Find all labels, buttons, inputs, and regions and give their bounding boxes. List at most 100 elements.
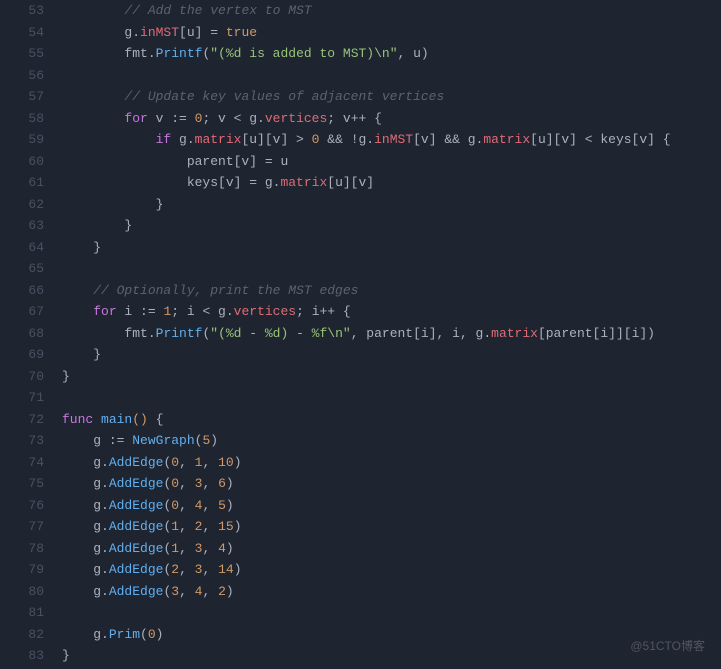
code-line[interactable]: 68 fmt.Printf("(%d - %d) - %f\n", parent… xyxy=(0,323,721,345)
token-number: 0 xyxy=(171,498,179,513)
code-line[interactable]: 75 g.AddEdge(0, 3, 6) xyxy=(0,473,721,495)
token-number: 14 xyxy=(218,562,234,577)
code-line[interactable]: 78 g.AddEdge(1, 3, 4) xyxy=(0,538,721,560)
token-number: 5 xyxy=(218,498,226,513)
code-content[interactable]: keys[v] = g.matrix[u][v] xyxy=(62,172,721,194)
token-plain: fmt. xyxy=(124,326,155,341)
code-content[interactable] xyxy=(62,602,721,624)
code-line[interactable]: 53 // Add the vertex to MST xyxy=(0,0,721,22)
code-line[interactable]: 69 } xyxy=(0,344,721,366)
code-line[interactable]: 67 for i := 1; i < g.vertices; i++ { xyxy=(0,301,721,323)
token-plain: , xyxy=(179,476,195,491)
code-content[interactable] xyxy=(62,387,721,409)
code-editor[interactable]: 53 // Add the vertex to MST54 g.inMST[u]… xyxy=(0,0,721,667)
code-line[interactable]: 66 // Optionally, print the MST edges xyxy=(0,280,721,302)
code-line[interactable]: 60 parent[v] = u xyxy=(0,151,721,173)
code-content[interactable]: } xyxy=(62,366,721,388)
code-line[interactable]: 81 xyxy=(0,602,721,624)
token-func: Prim xyxy=(109,627,140,642)
line-number: 54 xyxy=(0,22,62,44)
code-content[interactable]: g.AddEdge(0, 3, 6) xyxy=(62,473,721,495)
code-content[interactable]: // Optionally, print the MST edges xyxy=(62,280,721,302)
code-content[interactable]: func main() { xyxy=(62,409,721,431)
code-line[interactable]: 72func main() { xyxy=(0,409,721,431)
code-line[interactable]: 62 } xyxy=(0,194,721,216)
code-content[interactable]: fmt.Printf("(%d - %d) - %f\n", parent[i]… xyxy=(62,323,721,345)
code-content[interactable]: parent[v] = u xyxy=(62,151,721,173)
token-comment: // Optionally, print the MST edges xyxy=(93,283,358,298)
code-content[interactable]: g.AddEdge(3, 4, 2) xyxy=(62,581,721,603)
token-plain: ; v++ { xyxy=(327,111,382,126)
code-content[interactable]: g.Prim(0) xyxy=(62,624,721,646)
line-number: 70 xyxy=(0,366,62,388)
code-content[interactable]: } xyxy=(62,344,721,366)
code-line[interactable]: 61 keys[v] = g.matrix[u][v] xyxy=(0,172,721,194)
watermark-label: @51CTO博客 xyxy=(630,636,705,658)
code-line[interactable]: 58 for v := 0; v < g.vertices; v++ { xyxy=(0,108,721,130)
token-plain: , xyxy=(202,519,218,534)
token-plain: } xyxy=(62,648,70,663)
token-ident: inMST xyxy=(374,132,413,147)
code-content[interactable]: if g.matrix[u][v] > 0 && !g.inMST[v] && … xyxy=(62,129,721,151)
code-content[interactable] xyxy=(62,65,721,87)
code-line[interactable]: 54 g.inMST[u] = true xyxy=(0,22,721,44)
token-ident: vertices xyxy=(265,111,327,126)
code-content[interactable]: g := NewGraph(5) xyxy=(62,430,721,452)
code-line[interactable]: 57 // Update key values of adjacent vert… xyxy=(0,86,721,108)
code-line[interactable]: 76 g.AddEdge(0, 4, 5) xyxy=(0,495,721,517)
token-plain: , xyxy=(202,541,218,556)
token-func: NewGraph xyxy=(132,433,194,448)
code-line[interactable]: 80 g.AddEdge(3, 4, 2) xyxy=(0,581,721,603)
line-number: 55 xyxy=(0,43,62,65)
code-content[interactable] xyxy=(62,258,721,280)
token-comment: // Add the vertex to MST xyxy=(124,3,311,18)
code-line[interactable]: 70} xyxy=(0,366,721,388)
token-plain: i := xyxy=(117,304,164,319)
code-line[interactable]: 71 xyxy=(0,387,721,409)
code-content[interactable]: for i := 1; i < g.vertices; i++ { xyxy=(62,301,721,323)
code-content[interactable]: for v := 0; v < g.vertices; v++ { xyxy=(62,108,721,130)
code-line[interactable]: 59 if g.matrix[u][v] > 0 && !g.inMST[v] … xyxy=(0,129,721,151)
code-line[interactable]: 63 } xyxy=(0,215,721,237)
token-plain: , u) xyxy=(398,46,429,61)
code-content[interactable]: g.AddEdge(1, 2, 15) xyxy=(62,516,721,538)
code-line[interactable]: 83} xyxy=(0,645,721,667)
code-line[interactable]: 64 } xyxy=(0,237,721,259)
code-content[interactable]: // Add the vertex to MST xyxy=(62,0,721,22)
token-plain: && !g. xyxy=(319,132,374,147)
token-plain: g. xyxy=(93,584,109,599)
token-plain: parent[v] = u xyxy=(187,154,288,169)
token-plain: ) xyxy=(226,541,234,556)
code-content[interactable]: } xyxy=(62,237,721,259)
code-content[interactable]: } xyxy=(62,215,721,237)
code-content[interactable]: fmt.Printf("(%d is added to MST)\n", u) xyxy=(62,43,721,65)
code-line[interactable]: 73 g := NewGraph(5) xyxy=(0,430,721,452)
line-number: 79 xyxy=(0,559,62,581)
code-content[interactable]: // Update key values of adjacent vertice… xyxy=(62,86,721,108)
code-line[interactable]: 56 xyxy=(0,65,721,87)
code-content[interactable]: g.AddEdge(0, 1, 10) xyxy=(62,452,721,474)
line-number: 53 xyxy=(0,0,62,22)
code-line[interactable]: 82 g.Prim(0) xyxy=(0,624,721,646)
code-content[interactable]: g.inMST[u] = true xyxy=(62,22,721,44)
line-number: 67 xyxy=(0,301,62,323)
line-number: 83 xyxy=(0,645,62,667)
code-line[interactable]: 55 fmt.Printf("(%d is added to MST)\n", … xyxy=(0,43,721,65)
token-func: AddEdge xyxy=(109,498,164,513)
token-number: 4 xyxy=(218,541,226,556)
code-content[interactable]: } xyxy=(62,645,721,667)
code-line[interactable]: 74 g.AddEdge(0, 1, 10) xyxy=(0,452,721,474)
code-content[interactable]: g.AddEdge(2, 3, 14) xyxy=(62,559,721,581)
token-plain: ) xyxy=(226,584,234,599)
token-keyword: func xyxy=(62,412,93,427)
token-plain: , xyxy=(202,476,218,491)
code-content[interactable]: g.AddEdge(0, 4, 5) xyxy=(62,495,721,517)
code-content[interactable]: } xyxy=(62,194,721,216)
code-line[interactable]: 79 g.AddEdge(2, 3, 14) xyxy=(0,559,721,581)
token-plain: ) xyxy=(234,455,242,470)
line-number: 73 xyxy=(0,430,62,452)
code-line[interactable]: 65 xyxy=(0,258,721,280)
code-content[interactable]: g.AddEdge(1, 3, 4) xyxy=(62,538,721,560)
code-line[interactable]: 77 g.AddEdge(1, 2, 15) xyxy=(0,516,721,538)
token-plain: ) xyxy=(234,519,242,534)
